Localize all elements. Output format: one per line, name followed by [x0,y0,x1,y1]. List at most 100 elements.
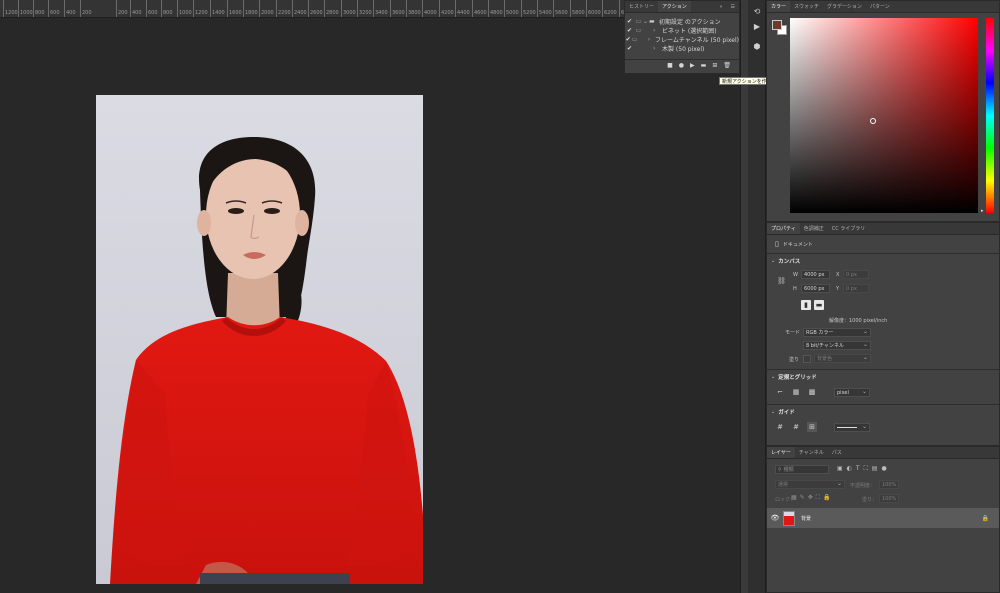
dialog-toggle-icon[interactable]: ▭ [634,18,643,25]
layer-row[interactable]: 👁 背景 🔒 [767,508,999,528]
dialog-toggle-icon[interactable]: ▭ [634,27,643,34]
new-set-icon[interactable]: ▬ [701,62,707,69]
canvas-section-header[interactable]: ⌄ カンバス [771,257,800,265]
hue-slider-handle[interactable]: ▸ [981,208,984,214]
pixel-grid-icon[interactable]: ▩ [807,387,817,397]
ruler-tick [521,0,522,17]
tab-history[interactable]: ヒストリー [625,1,658,12]
ruler-tick [422,0,423,17]
tab-actions[interactable]: アクション [658,1,691,12]
ruler-label: 4000 [424,10,437,16]
smart-guides-icon[interactable]: # [791,422,801,432]
tab-adjustments[interactable]: 色調補正 [800,223,828,234]
stop-icon[interactable]: ■ [667,62,673,69]
tab-color[interactable]: カラー [767,1,791,12]
panel-menu-icon[interactable]: ☰ [727,1,739,12]
color-picker-cursor[interactable] [870,118,876,124]
ruler-label: 2000 [261,10,274,16]
lock-paint-icon[interactable]: ✎ [800,494,805,502]
landscape-orientation-icon[interactable]: ▬ [814,300,824,310]
tab-channels[interactable]: チャンネル [795,447,828,458]
pixel-filter-icon[interactable]: ▣ [837,465,843,473]
rulers-grids-section-header[interactable]: ⌄ 定規とグリッド [771,373,817,381]
chevron-right-icon[interactable]: › [638,36,652,43]
height-field[interactable]: 6000 px [801,284,830,293]
action-row[interactable]: ✔ ▭ › ビネット (選択範囲) [625,26,739,35]
portrait-photo [96,95,423,584]
history-icon[interactable]: ⟲ [751,5,763,17]
y-field: 0 px [843,284,869,293]
panel-collapse-icon[interactable]: » [715,1,726,12]
ruler-tick [455,0,456,17]
tab-layers[interactable]: レイヤー [767,447,795,458]
hue-slider[interactable] [986,18,994,213]
lock-transparency-icon[interactable]: ▦ [791,494,797,502]
bit-depth-select[interactable]: 8 bit/チャンネル [803,341,871,350]
action-row[interactable]: ✔ ▭ › フレームチャンネル (50 pixel) [625,35,739,44]
check-icon[interactable]: ✔ [625,27,634,34]
guides-icon[interactable]: # [775,422,785,432]
ruler-tick [537,0,538,17]
ruler-tick [18,0,19,17]
width-field[interactable]: 4000 px [801,270,830,279]
check-icon[interactable]: ✔ [625,45,634,52]
width-label: W [793,272,798,278]
ruler-tick [130,0,131,17]
tab-paths[interactable]: パス [828,447,846,458]
tab-cc-libraries[interactable]: CC ライブラリ [828,223,870,234]
chevron-right-icon[interactable]: › [643,27,659,34]
ruler-icon[interactable]: ⌐ [775,387,785,397]
new-action-icon[interactable]: ⊞ [712,62,717,69]
document-header: ▯ ドキュメント [775,240,813,248]
guides-section-header[interactable]: ⌄ ガイド [771,408,795,416]
guide-style-select[interactable] [834,423,870,432]
lock-artboard-icon[interactable]: ⛶ [816,494,820,502]
actions-play-icon[interactable]: ▶ [751,20,763,32]
unit-select[interactable]: pixel [834,388,870,397]
lock-position-icon[interactable]: ✥ [808,494,813,502]
type-filter-icon[interactable]: T [856,465,860,473]
x-label: X [836,272,840,278]
check-icon[interactable]: ✔ [625,18,634,25]
action-set-row[interactable]: ✔ ▭ ⌄ ▬ 初期設定 のアクション [625,17,739,26]
layer-thumbnail [783,510,795,526]
mode-select[interactable]: RGB カラー [803,328,871,337]
portrait-orientation-icon[interactable]: ▮ [801,300,811,310]
foreground-color-swatch[interactable] [772,20,782,30]
actions-toolbar: ■ ● ▶ ▬ ⊞ 🗑 [625,61,739,70]
smart-object-filter-icon[interactable]: ▤ [872,465,878,473]
tab-swatches[interactable]: スウォッチ [790,1,823,12]
color-field[interactable] [790,18,978,213]
guide-layout-icon[interactable]: ⊞ [807,422,817,432]
actions-panel-tabs: ヒストリー アクション » ☰ [625,1,739,13]
properties-panel: プロパティ 色調補正 CC ライブラリ ▯ ドキュメント ⌄ カンバス W 400… [766,222,1000,446]
chevron-right-icon[interactable]: › [643,45,659,52]
resolution-text: 解像度：1000 pixel/inch [829,318,888,324]
lock-all-icon[interactable]: 🔒 [823,494,830,502]
action-row[interactable]: ✔ › 木製 (50 pixel) [625,44,739,53]
link-icon[interactable]: ⛓ [777,277,786,285]
grid-icon[interactable]: ▦ [791,387,801,397]
tab-patterns[interactable]: パターン [866,1,894,12]
tab-gradients[interactable]: グラデーション [823,1,866,12]
ruler-label: 1000 [20,10,33,16]
tab-properties[interactable]: プロパティ [767,223,800,234]
ruler-tick [619,0,620,17]
record-icon[interactable]: ● [679,62,684,69]
layer-name: 背景 [801,515,812,522]
layer-kind-filter[interactable]: ⚲ 種類 [775,465,829,474]
adjustment-filter-icon[interactable]: ◐ [847,465,852,473]
delete-icon[interactable]: 🗑 [723,62,731,69]
ruler-tick [602,0,603,17]
document-image[interactable] [96,95,423,584]
ruler-tick [341,0,342,17]
play-icon[interactable]: ▶ [690,62,695,69]
cube-icon[interactable]: ⬢ [751,40,763,52]
shape-filter-icon[interactable]: ⛶ [864,465,868,473]
filter-toggle-icon[interactable]: ● [881,465,886,473]
ruler-tick [243,0,244,17]
canvas-scrollbar[interactable] [740,0,748,593]
ruler-tick [472,0,473,17]
eye-icon[interactable]: 👁 [767,514,783,522]
rulers-grids-title: 定規とグリッド [778,375,817,381]
